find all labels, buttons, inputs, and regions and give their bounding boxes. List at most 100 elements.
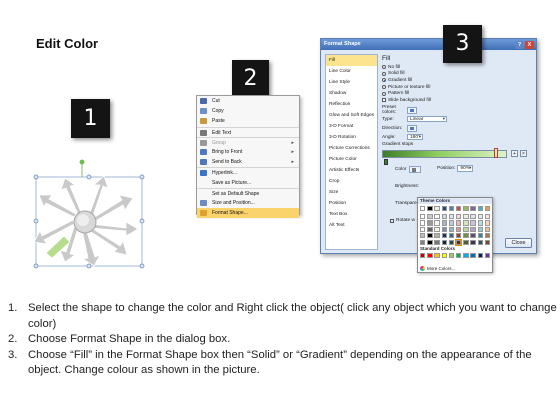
- nav-item-glow-and-soft-edges[interactable]: Glow and Soft Edges: [326, 110, 377, 121]
- nav-item-picture-color[interactable]: Picture Color: [326, 154, 377, 165]
- fill-option-solid-fill[interactable]: Solid fill: [382, 71, 534, 78]
- remove-stop-button[interactable]: ×: [520, 150, 527, 157]
- add-stop-button[interactable]: +: [511, 150, 518, 157]
- theme-color-swatch[interactable]: [477, 233, 483, 239]
- nav-item-picture-corrections[interactable]: Picture Corrections: [326, 143, 377, 154]
- theme-color-swatch[interactable]: [427, 213, 433, 220]
- theme-color-swatch[interactable]: [448, 226, 455, 233]
- menu-item-copy[interactable]: Copy: [197, 106, 299, 116]
- theme-color-swatch[interactable]: [448, 213, 455, 220]
- theme-color-swatch[interactable]: [456, 226, 462, 233]
- theme-color-swatch[interactable]: [463, 239, 469, 245]
- rotation-handle[interactable]: [79, 159, 85, 165]
- more-colors-button[interactable]: More Colors...: [420, 266, 455, 271]
- nav-item-artistic-effects[interactable]: Artistic Effects: [326, 165, 377, 176]
- selected-shape[interactable]: [30, 158, 150, 270]
- theme-color-swatch[interactable]: [463, 220, 469, 226]
- direction-button[interactable]: [407, 124, 417, 132]
- arrow-burst-shape[interactable]: [30, 158, 150, 270]
- theme-color-swatch[interactable]: [456, 213, 462, 220]
- fill-option-no-fill[interactable]: No fill: [382, 64, 534, 71]
- menu-item-cut[interactable]: Cut: [197, 96, 299, 106]
- nav-item-reflection[interactable]: Reflection: [326, 99, 377, 110]
- color-picker-button[interactable]: [409, 166, 422, 173]
- theme-color-swatch[interactable]: [441, 206, 447, 212]
- nav-item-3-d-rotation[interactable]: 3-D Rotation: [326, 132, 377, 143]
- nav-item-position[interactable]: Position: [326, 198, 377, 209]
- theme-color-swatch[interactable]: [434, 226, 440, 233]
- theme-color-swatch[interactable]: [448, 239, 455, 245]
- theme-color-swatch[interactable]: [427, 226, 433, 233]
- gradient-stop[interactable]: [384, 159, 388, 165]
- theme-color-swatch[interactable]: [441, 226, 447, 233]
- standard-color-swatch[interactable]: [477, 253, 483, 259]
- standard-color-swatch[interactable]: [427, 253, 433, 259]
- theme-color-swatch[interactable]: [420, 213, 426, 220]
- close-icon[interactable]: X: [525, 40, 534, 49]
- menu-item-hyperlink[interactable]: Hyperlink...: [197, 167, 299, 177]
- theme-color-swatch[interactable]: [427, 233, 433, 239]
- gradient-stop-selected[interactable]: [494, 148, 498, 158]
- theme-color-swatch[interactable]: [456, 233, 462, 239]
- theme-color-swatch[interactable]: [420, 239, 426, 245]
- standard-color-swatch[interactable]: [420, 253, 426, 259]
- theme-color-swatch[interactable]: [477, 226, 483, 233]
- gradient-bar[interactable]: [382, 150, 507, 158]
- theme-color-swatch[interactable]: [470, 220, 476, 226]
- theme-color-swatch[interactable]: [477, 239, 483, 245]
- fill-option-picture-or-texture-fill[interactable]: Picture or texture fill: [382, 84, 534, 91]
- dialog-titlebar[interactable]: Format Shape ? X: [321, 39, 536, 50]
- theme-color-swatch[interactable]: [470, 226, 476, 233]
- theme-color-swatch[interactable]: [434, 206, 440, 212]
- menu-item-save-as-picture[interactable]: Save as Picture...: [197, 178, 299, 188]
- standard-color-swatch[interactable]: [484, 253, 491, 259]
- theme-color-swatch[interactable]: [477, 213, 483, 220]
- nav-item-3-d-format[interactable]: 3-D Format: [326, 121, 377, 132]
- theme-color-swatch[interactable]: [454, 238, 463, 246]
- fill-option-pattern-fill[interactable]: Pattern fill: [382, 90, 534, 97]
- nav-item-line-style[interactable]: Line Style: [326, 77, 377, 88]
- standard-color-swatch[interactable]: [434, 253, 440, 259]
- theme-color-swatch[interactable]: [448, 206, 455, 212]
- theme-color-swatch[interactable]: [477, 220, 483, 226]
- theme-color-swatch[interactable]: [420, 206, 426, 212]
- nav-item-text-box[interactable]: Text Box: [326, 209, 377, 220]
- theme-color-swatch[interactable]: [434, 220, 440, 226]
- nav-item-alt-text[interactable]: Alt Text: [326, 220, 377, 231]
- theme-color-swatch[interactable]: [441, 220, 447, 226]
- slide-background-checkbox[interactable]: Slide background fill: [382, 97, 534, 104]
- theme-color-swatch[interactable]: [420, 226, 426, 233]
- nav-item-shadow[interactable]: Shadow: [326, 88, 377, 99]
- rotate-with-shape-checkbox[interactable]: Rotate w: [390, 218, 415, 223]
- help-button[interactable]: ?: [515, 40, 524, 49]
- type-select[interactable]: Linear: [407, 115, 447, 123]
- theme-color-swatch[interactable]: [463, 206, 469, 212]
- angle-input[interactable]: 180°: [407, 133, 423, 141]
- theme-color-swatch[interactable]: [427, 220, 433, 226]
- standard-color-swatch[interactable]: [441, 253, 447, 259]
- theme-color-swatch[interactable]: [470, 213, 476, 220]
- nav-item-fill[interactable]: Fill: [326, 55, 377, 66]
- theme-color-swatch[interactable]: [463, 226, 469, 233]
- theme-color-swatch[interactable]: [434, 233, 440, 239]
- menu-item-set-as-default-shape[interactable]: Set as Default Shape: [197, 187, 299, 198]
- theme-color-swatch[interactable]: [470, 239, 476, 245]
- theme-color-swatch[interactable]: [427, 239, 433, 245]
- menu-item-group[interactable]: Group ▸: [197, 136, 299, 147]
- menu-item-paste[interactable]: Paste: [197, 116, 299, 126]
- theme-color-swatch[interactable]: [434, 213, 440, 220]
- theme-color-swatch[interactable]: [470, 206, 476, 212]
- theme-color-swatch[interactable]: [484, 213, 491, 220]
- menu-item-format-shape[interactable]: Format Shape...: [197, 208, 299, 219]
- theme-color-swatch[interactable]: [434, 239, 440, 245]
- theme-color-swatch[interactable]: [441, 233, 447, 239]
- nav-item-line-color[interactable]: Line Color: [326, 66, 377, 77]
- theme-color-swatch[interactable]: [448, 220, 455, 226]
- fill-option-gradient-fill[interactable]: Gradient fill: [382, 77, 534, 84]
- theme-color-swatch[interactable]: [463, 233, 469, 239]
- theme-color-swatch[interactable]: [420, 233, 426, 239]
- standard-color-swatch[interactable]: [470, 253, 476, 259]
- standard-color-swatch[interactable]: [463, 253, 469, 259]
- menu-item-bring-to-front[interactable]: Bring to Front ▸: [197, 147, 299, 157]
- theme-color-swatch[interactable]: [456, 206, 462, 212]
